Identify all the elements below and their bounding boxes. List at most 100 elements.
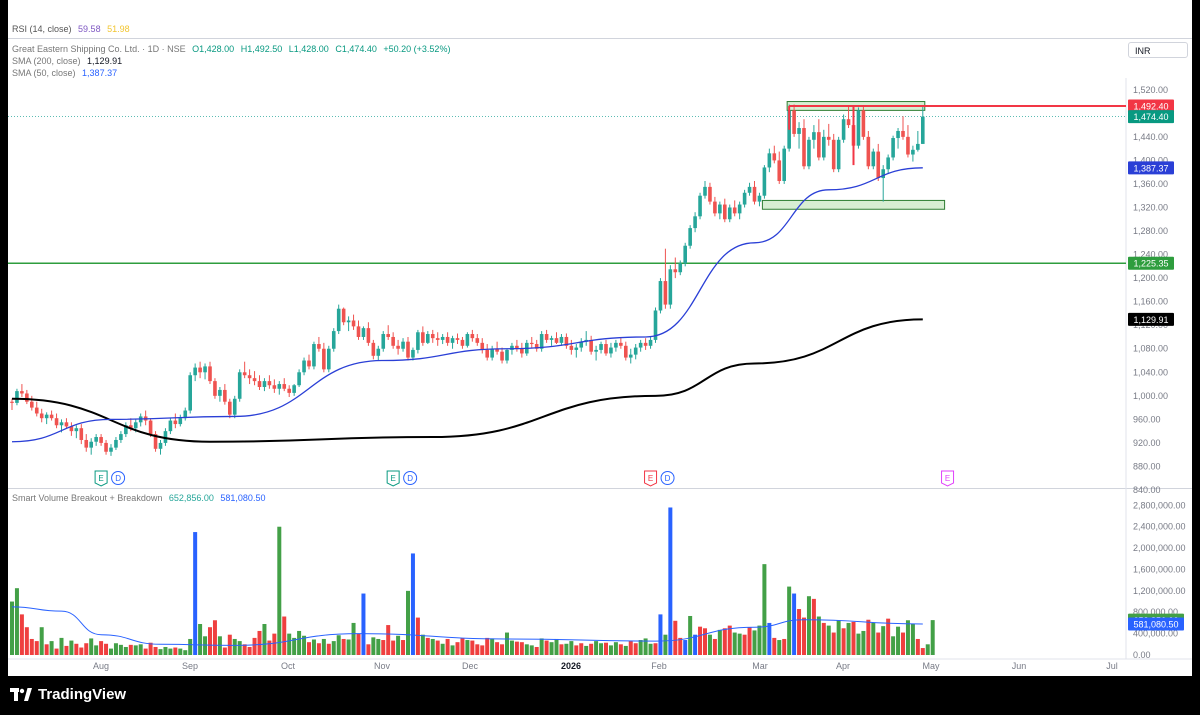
candle (15, 391, 19, 403)
candle (104, 442, 108, 452)
candle (911, 149, 915, 155)
candle (401, 341, 405, 349)
volume-bar (94, 645, 99, 655)
candle (891, 138, 895, 158)
volume-bar (54, 648, 59, 655)
time-axis-label: Oct (281, 661, 296, 671)
volume-bar (925, 644, 930, 655)
volume-bar (802, 617, 806, 655)
candle (901, 130, 905, 137)
price-tick-label: 920.00 (1133, 438, 1161, 448)
volume-bar (653, 643, 658, 655)
volume-bar (767, 622, 772, 655)
volume-bar (663, 634, 668, 655)
candle (574, 347, 579, 350)
volume-bar (321, 638, 326, 655)
candle (237, 372, 242, 399)
time-axis-label: Feb (651, 661, 667, 671)
candle (114, 439, 118, 448)
candle (554, 338, 559, 343)
candle (871, 151, 876, 167)
volume-bar (74, 643, 79, 655)
candle (465, 334, 470, 346)
volume-bar (668, 507, 673, 655)
candle (693, 216, 697, 229)
candle (376, 348, 381, 356)
volume-tick-label: 2,800,000.00 (1133, 500, 1186, 510)
volume-bar (44, 644, 49, 655)
candle (807, 139, 811, 167)
volume-bar (826, 625, 831, 655)
volume-bar (816, 616, 821, 655)
candle (777, 160, 782, 181)
volume-bar (420, 634, 425, 655)
candle (767, 153, 772, 168)
volume-bar (14, 588, 19, 655)
volume-bar (797, 609, 802, 655)
candle (619, 342, 623, 346)
volume-bar (316, 643, 321, 655)
volume-bar (534, 646, 539, 655)
candle (49, 414, 54, 419)
candle (698, 195, 702, 217)
candle (232, 398, 237, 415)
candle (193, 367, 197, 376)
volume-bar (450, 645, 455, 655)
candle (500, 351, 504, 361)
candle (322, 348, 326, 370)
volume-bar (554, 638, 559, 655)
price-tick-label: 1,080.00 (1133, 344, 1168, 354)
price-chart[interactable]: 1,520.001,480.001,440.001,400.001,360.00… (0, 0, 1200, 715)
volume-bar (232, 638, 237, 655)
volume-bar (391, 640, 396, 655)
volume-bar (311, 639, 316, 655)
volume-bar (485, 637, 490, 655)
candle (718, 204, 722, 214)
candle (658, 281, 663, 311)
volume-bar (138, 644, 143, 655)
volume-bar (683, 640, 688, 655)
candle (25, 393, 29, 402)
volume-bar (465, 640, 470, 655)
volume-tick-label: 2,400,000.00 (1133, 522, 1186, 532)
brand-text: TradingView (38, 686, 127, 703)
candle (817, 132, 821, 158)
volume-bar (460, 638, 465, 655)
candle (89, 441, 93, 448)
candle (292, 385, 296, 393)
volume-bar (505, 632, 509, 655)
volume-bar (886, 618, 891, 655)
candle (30, 401, 34, 408)
dividend-marker-label: D (665, 474, 671, 483)
candle (336, 308, 341, 332)
volume-bar (430, 638, 435, 655)
candle (440, 336, 445, 340)
price-tick-label: 1,440.00 (1133, 132, 1168, 142)
support-zone (761, 199, 946, 210)
volume-bar (113, 643, 118, 655)
volume-bar (821, 622, 826, 655)
candle (737, 204, 742, 214)
candle (802, 128, 806, 167)
candle (203, 366, 207, 373)
volume-bar (272, 633, 277, 655)
volume-bar (470, 640, 475, 655)
candle (421, 332, 425, 343)
earnings-marker-label: E (98, 474, 103, 483)
volume-bar (519, 642, 524, 655)
volume-bar (193, 532, 198, 655)
volume-bar (806, 596, 811, 655)
candle (302, 360, 306, 373)
volume-bar (386, 625, 391, 655)
candle (213, 381, 217, 396)
volume-bar (589, 643, 594, 655)
volume-bar (871, 622, 876, 655)
volume-bar (183, 650, 188, 655)
volume-bar (178, 648, 183, 655)
tradingview-logo-icon (10, 687, 32, 702)
price-axis-label: 1,129.91 (1133, 315, 1168, 325)
volume-bar (242, 644, 247, 655)
volume-bar (34, 641, 39, 655)
candle (188, 375, 192, 411)
volume-bar (247, 646, 252, 655)
